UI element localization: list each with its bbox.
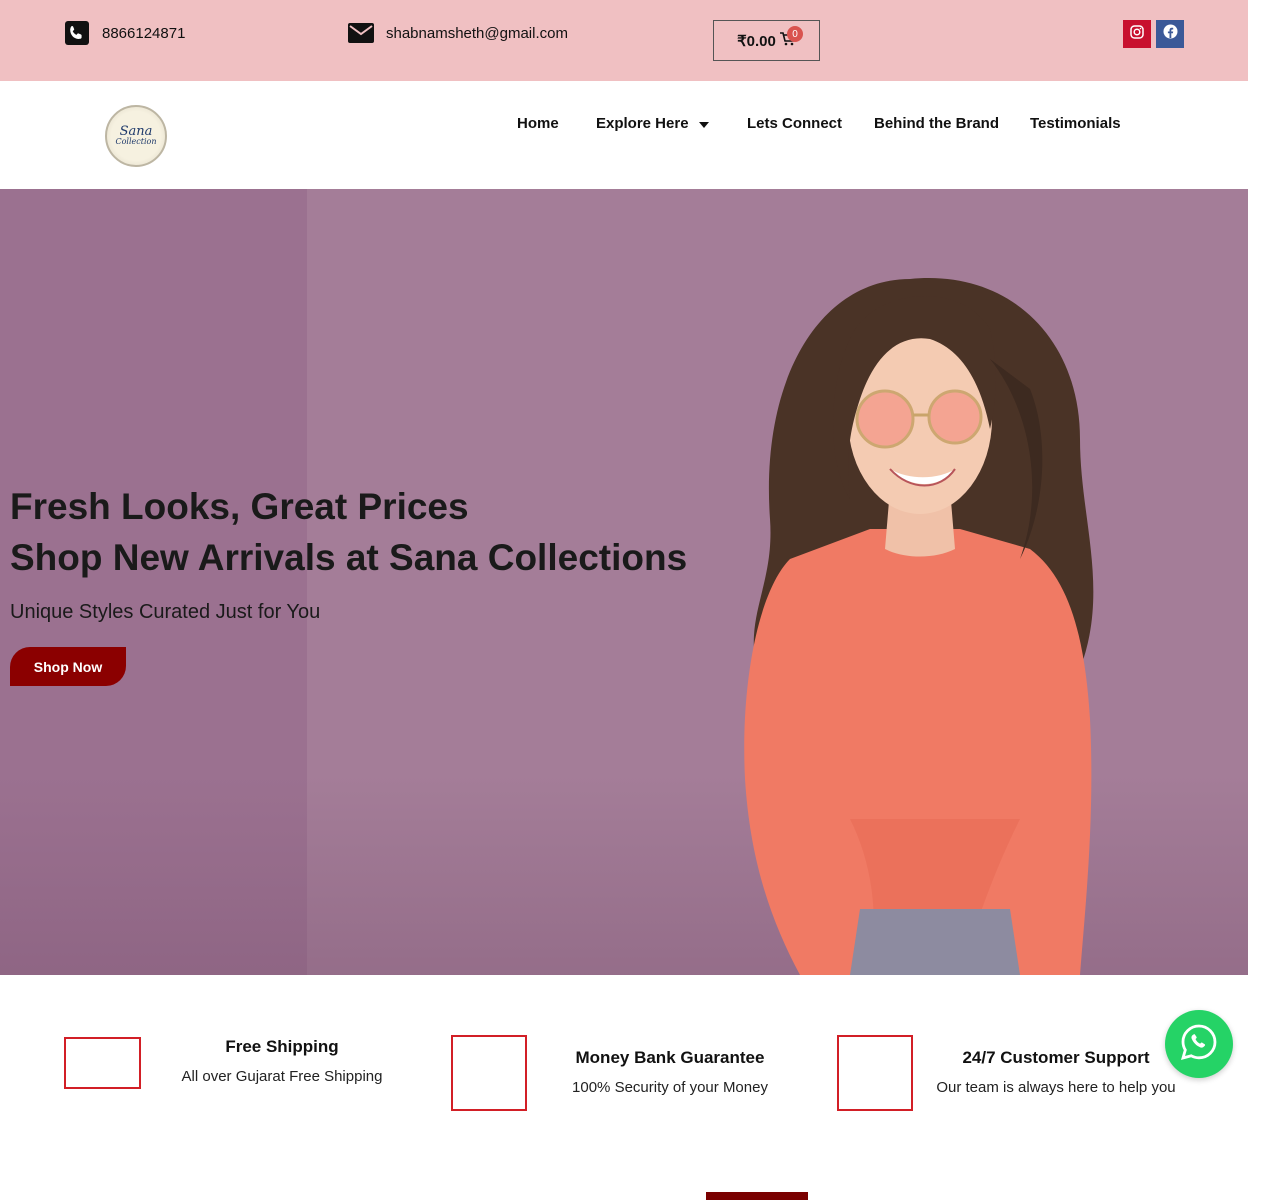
- envelope-icon: [348, 20, 374, 46]
- feature-description: Our team is always here to help you: [936, 1079, 1176, 1096]
- feature-title: Money Bank Guarantee: [575, 1048, 765, 1067]
- logo-text-secondary: Collection: [115, 137, 157, 147]
- support-icon: [837, 1035, 913, 1111]
- hero-subtitle: Unique Styles Curated Just for You: [10, 601, 321, 623]
- facebook-link[interactable]: [1156, 20, 1184, 48]
- nav-testimonials[interactable]: Testimonials: [1030, 115, 1121, 132]
- cart-count-badge: 0: [787, 26, 803, 42]
- hero-banner: Fresh Looks, Great Prices Shop New Arriv…: [0, 189, 1248, 975]
- nav-behind-the-brand[interactable]: Behind the Brand: [874, 115, 999, 132]
- facebook-icon: [1163, 24, 1178, 44]
- phone-contact[interactable]: 8866124871: [64, 20, 185, 46]
- nav-home[interactable]: Home: [517, 115, 559, 132]
- whatsapp-icon: [1180, 1023, 1218, 1066]
- cart-total: ₹0.00: [737, 32, 776, 50]
- hero-model-image: [744, 278, 1094, 975]
- shipping-icon: [64, 1037, 141, 1089]
- cart-button[interactable]: ₹0.00 0: [713, 20, 820, 61]
- hero-title: Fresh Looks, Great Prices Shop New Arriv…: [10, 481, 687, 583]
- nav-lets-connect[interactable]: Lets Connect: [747, 115, 842, 132]
- feature-title: 24/7 Customer Support: [962, 1048, 1150, 1067]
- money-icon: [451, 1035, 527, 1111]
- phone-icon: [64, 20, 90, 46]
- phone-number: 8866124871: [102, 24, 186, 42]
- nav-lets-connect-label: Lets Connect: [747, 115, 843, 132]
- hero-title-line-1: Fresh Looks, Great Prices: [10, 486, 469, 527]
- brand-logo[interactable]: Sana Collection: [105, 105, 167, 167]
- email-address: shabnamsheth@gmail.com: [386, 24, 568, 42]
- instagram-icon: [1130, 24, 1144, 44]
- top-bar: 8866124871 shabnamsheth@gmail.com ₹0.00 …: [0, 0, 1248, 81]
- nav-explore-label: Explore Here: [596, 115, 689, 132]
- main-navbar: Sana Collection Home Explore Here Lets C…: [0, 81, 1248, 189]
- instagram-link[interactable]: [1123, 20, 1151, 48]
- hero-title-line-2: Shop New Arrivals at Sana Collections: [10, 537, 688, 578]
- feature-description: All over Gujarat Free Shipping: [181, 1068, 383, 1085]
- shop-now-button[interactable]: Shop Now: [10, 647, 126, 686]
- feature-title: Free Shipping: [225, 1037, 339, 1056]
- nav-home-label: Home: [517, 115, 559, 132]
- whatsapp-button[interactable]: [1165, 1010, 1233, 1078]
- nav-behind-the-brand-label: Behind the Brand: [874, 115, 1000, 132]
- email-contact[interactable]: shabnamsheth@gmail.com: [348, 20, 568, 46]
- nav-explore[interactable]: Explore Here: [596, 115, 709, 132]
- nav-testimonials-label: Testimonials: [1030, 115, 1121, 132]
- feature-description: 100% Security of your Money: [572, 1079, 768, 1096]
- caret-down-icon: [698, 115, 709, 132]
- section-button[interactable]: [706, 1192, 808, 1200]
